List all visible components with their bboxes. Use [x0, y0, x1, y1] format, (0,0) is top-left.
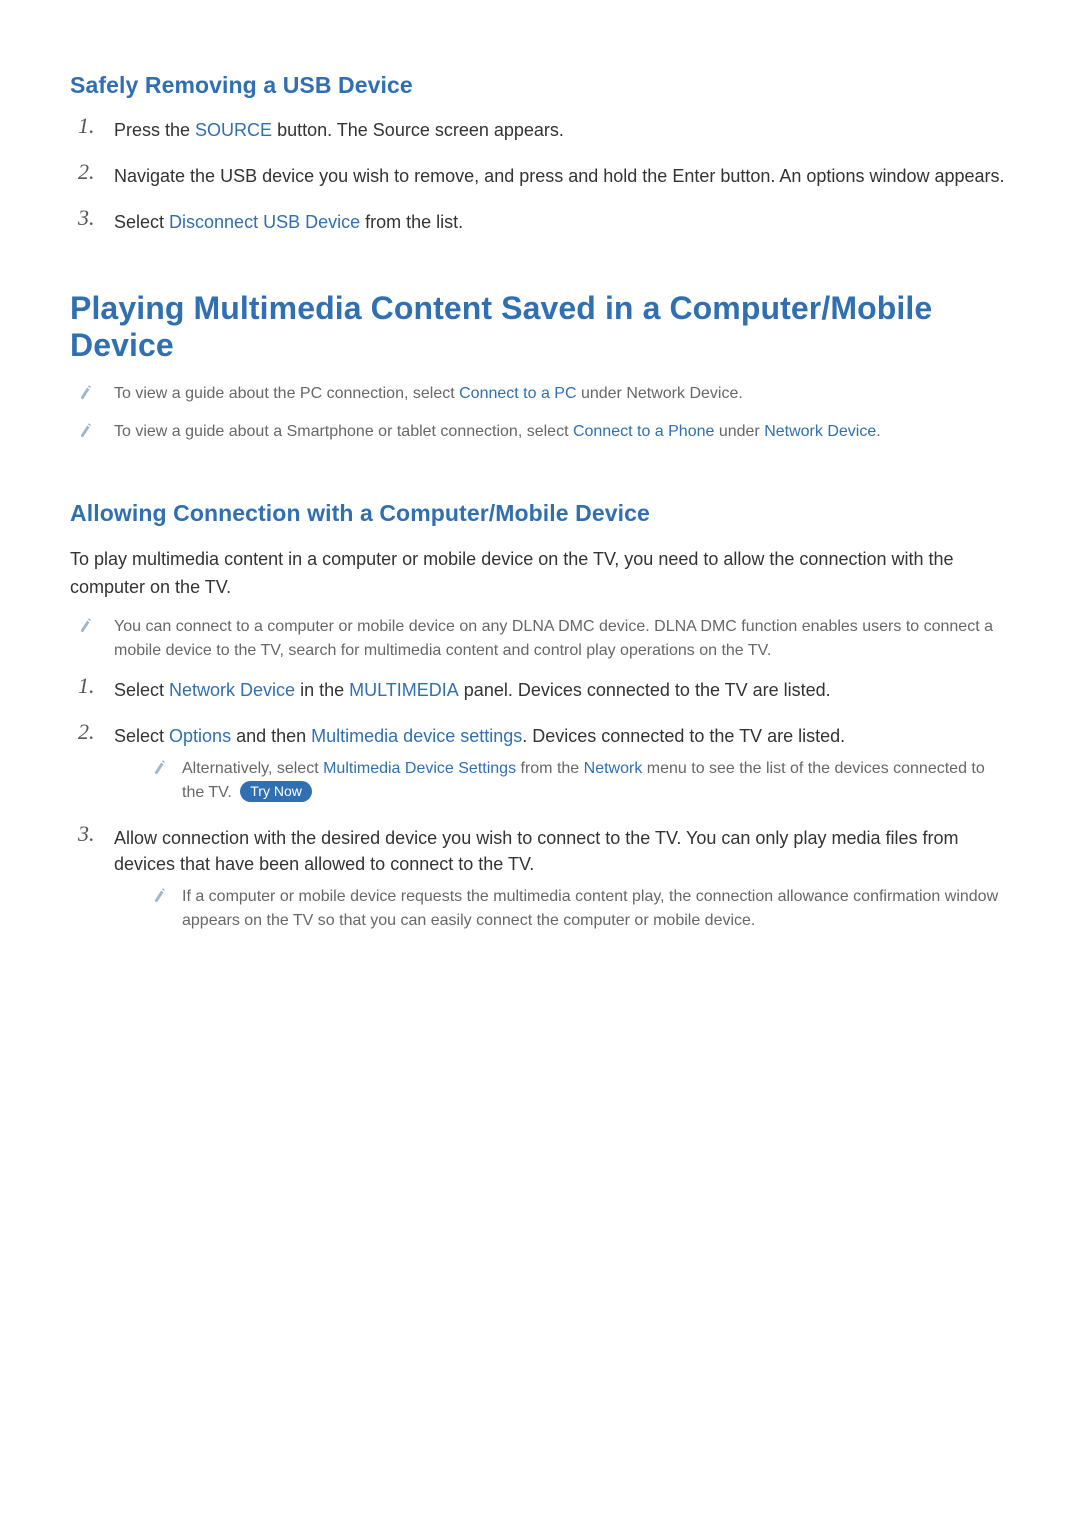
ui-term: Connect to a PC — [459, 385, 576, 402]
step-number: 1. — [78, 113, 95, 139]
ui-term: Multimedia Device Settings — [323, 760, 516, 777]
note-item: To view a guide about the PC connection,… — [70, 382, 1010, 406]
step-text: Allow connection with the desired device… — [114, 828, 959, 874]
text-run: . Devices connected to the TV are listed… — [522, 726, 845, 746]
pencil-icon — [77, 421, 96, 440]
text-run: panel. Devices connected to the TV are l… — [459, 680, 831, 700]
text-run: Alternatively, select — [182, 760, 323, 777]
ordered-steps-allow-connection: 1. Select Network Device in the MULTIMED… — [70, 677, 1010, 933]
step-text: Select Options and then Multimedia devic… — [114, 726, 845, 746]
text-run: If a computer or mobile device requests … — [182, 888, 998, 929]
text-run: . — [876, 423, 880, 440]
step-item: 2. Navigate the USB device you wish to r… — [70, 163, 1010, 189]
text-run: from the list. — [360, 212, 463, 232]
step-text: Select Network Device in the MULTIMEDIA … — [114, 680, 831, 700]
text-run: Select — [114, 680, 169, 700]
note-list: To view a guide about the PC connection,… — [70, 382, 1010, 444]
ui-term: Network — [584, 760, 643, 777]
section-heading-playing-multimedia: Playing Multimedia Content Saved in a Co… — [70, 290, 1010, 364]
text-run: under — [714, 423, 764, 440]
step-item: 2. Select Options and then Multimedia de… — [70, 723, 1010, 805]
pencil-icon — [77, 383, 96, 402]
step-text: Navigate the USB device you wish to remo… — [114, 166, 1005, 186]
note-text: You can connect to a computer or mobile … — [114, 618, 993, 659]
text-run: in the — [295, 680, 349, 700]
step-item: 1. Select Network Device in the MULTIMED… — [70, 677, 1010, 703]
note-text: To view a guide about a Smartphone or ta… — [114, 423, 881, 440]
text-run: button. The Source screen appears. — [272, 120, 564, 140]
intro-paragraph: To play multimedia content in a computer… — [70, 545, 1010, 601]
note-item: You can connect to a computer or mobile … — [70, 615, 1010, 663]
step-number: 3. — [78, 821, 95, 847]
ui-term: MULTIMEDIA — [349, 680, 459, 700]
sub-note: Alternatively, select Multimedia Device … — [138, 757, 1010, 805]
step-text: Press the SOURCE button. The Source scre… — [114, 120, 564, 140]
text-run: You can connect to a computer or mobile … — [114, 618, 993, 659]
section-heading-safely-removing-usb: Safely Removing a USB Device — [70, 72, 1010, 99]
text-run: Select — [114, 212, 169, 232]
ui-term: Multimedia device settings — [311, 726, 522, 746]
pencil-icon — [151, 886, 170, 905]
ui-term: SOURCE — [195, 120, 272, 140]
note-text: To view a guide about the PC connection,… — [114, 385, 743, 402]
step-item: 3. Select Disconnect USB Device from the… — [70, 209, 1010, 235]
text-run: Navigate the USB device you wish to remo… — [114, 166, 1005, 186]
text-run: Press the — [114, 120, 195, 140]
step-number: 2. — [78, 159, 95, 185]
ui-term: Disconnect USB Device — [169, 212, 360, 232]
ordered-steps-usb: 1. Press the SOURCE button. The Source s… — [70, 117, 1010, 235]
step-number: 1. — [78, 673, 95, 699]
note-list: You can connect to a computer or mobile … — [70, 615, 1010, 663]
text-run: To view a guide about the PC connection,… — [114, 385, 459, 402]
pencil-icon — [151, 758, 170, 777]
ui-term: Options — [169, 726, 231, 746]
ui-term: Connect to a Phone — [573, 423, 714, 440]
text-run: To view a guide about a Smartphone or ta… — [114, 423, 573, 440]
step-number: 3. — [78, 205, 95, 231]
ui-term: Network Device — [764, 423, 876, 440]
sub-note: If a computer or mobile device requests … — [138, 885, 1010, 933]
step-item: 1. Press the SOURCE button. The Source s… — [70, 117, 1010, 143]
step-text: Select Disconnect USB Device from the li… — [114, 212, 463, 232]
step-item: 3. Allow connection with the desired dev… — [70, 825, 1010, 933]
sub-note-text: If a computer or mobile device requests … — [182, 888, 998, 929]
text-run: under Network Device. — [577, 385, 743, 402]
step-number: 2. — [78, 719, 95, 745]
note-item: To view a guide about a Smartphone or ta… — [70, 420, 1010, 444]
text-run: and then — [231, 726, 311, 746]
ui-term: Network Device — [169, 680, 295, 700]
section-heading-allowing-connection: Allowing Connection with a Computer/Mobi… — [70, 500, 1010, 527]
document-page: Safely Removing a USB Device 1. Press th… — [0, 0, 1080, 1527]
text-run: Allow connection with the desired device… — [114, 828, 959, 874]
pencil-icon — [77, 616, 96, 635]
text-run: from the — [516, 760, 584, 777]
try-now-badge[interactable]: Try Now — [240, 781, 312, 802]
text-run: Select — [114, 726, 169, 746]
